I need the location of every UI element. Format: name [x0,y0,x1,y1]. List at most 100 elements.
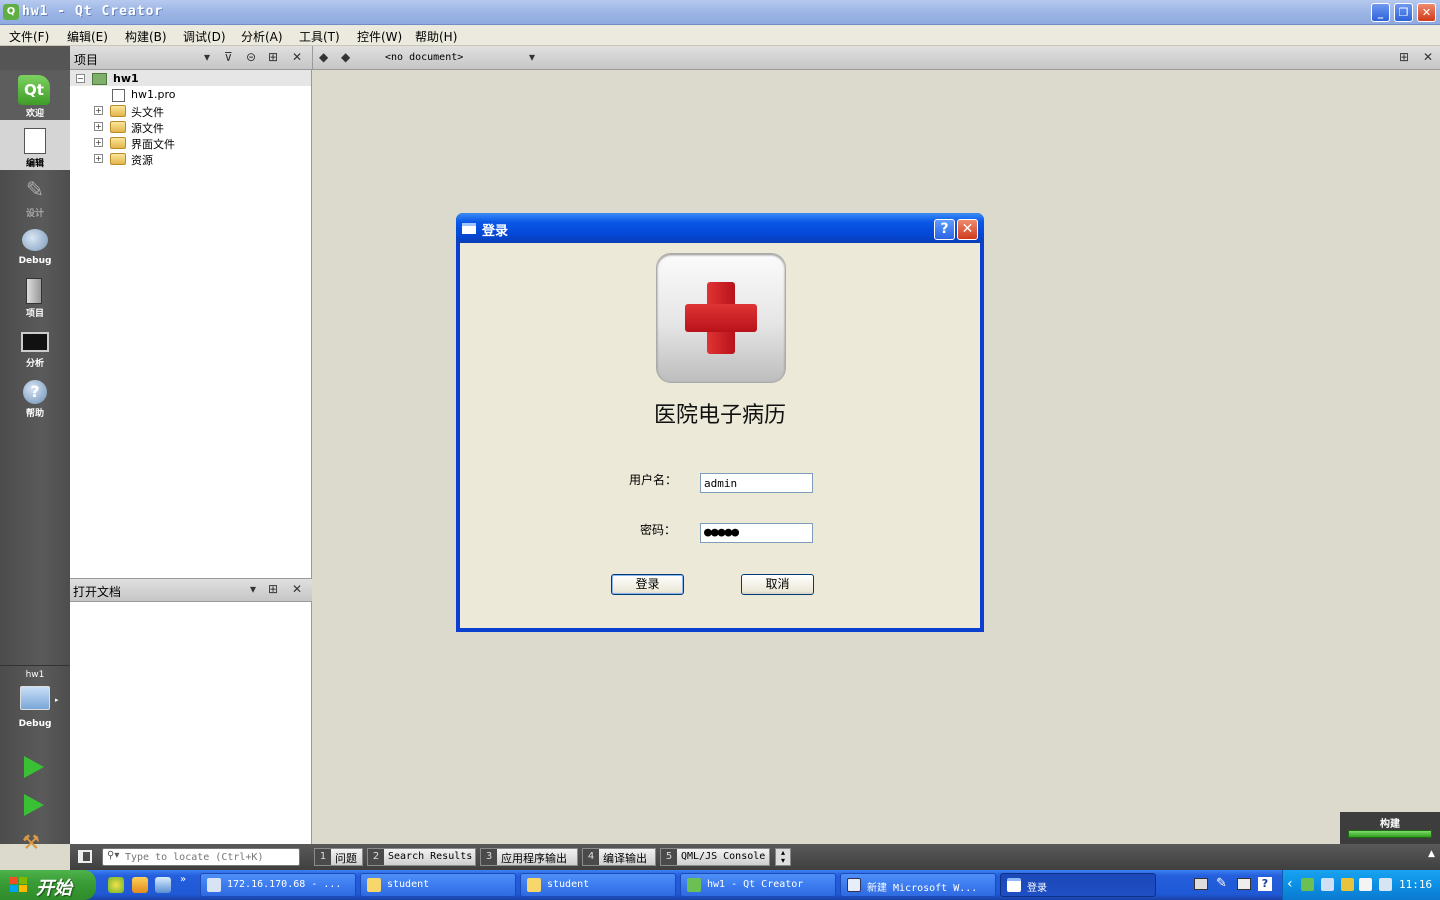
split-editor-icon[interactable]: ⊞ [1399,50,1409,64]
help-button[interactable]: ? [934,219,955,240]
task-qt-creator[interactable]: hw1 - Qt Creator [680,873,836,897]
word-document-icon [847,878,861,892]
menu-file[interactable]: 文件(F) [9,28,49,45]
close-panel-icon[interactable]: ✕ [292,582,302,596]
project-view-selector[interactable]: 项目 [74,51,98,68]
menu-help[interactable]: 帮助(H) [415,28,457,45]
ime-icon[interactable] [1237,878,1251,890]
mode-welcome[interactable]: Qt 欢迎 [0,70,70,120]
mode-debug[interactable]: Debug [0,220,70,270]
security-shield-icon[interactable] [1341,878,1354,891]
task-word[interactable]: 新建 Microsoft W... [840,873,996,897]
start-label: 开始 [36,878,72,899]
menu-analyze[interactable]: 分析(A) [241,28,283,45]
tab-qml-console[interactable]: 5 QML/JS Console [660,848,770,866]
menu-build[interactable]: 构建(B) [125,28,167,45]
menu-tools[interactable]: 工具(T) [299,28,340,45]
tab-compile-output[interactable]: 4 编译输出 [582,848,656,866]
task-label: student [387,879,430,890]
split-icon[interactable]: ⊞ [268,582,278,596]
cancel-button[interactable]: 取消 [741,574,814,595]
qt-creator-icon [687,878,701,892]
mode-help[interactable]: ? 帮助 [0,370,70,420]
pen-icon[interactable]: ✎ [1216,876,1227,891]
expand-icon[interactable]: + [94,154,103,163]
close-dialog-button[interactable]: ✕ [957,219,978,240]
filter-icon[interactable]: ⊽ [224,50,233,64]
build-hammer-button[interactable]: ⚒ [22,830,40,854]
window-icon [462,223,476,234]
open-documents-list[interactable] [70,602,312,844]
keyboard-icon[interactable] [1194,878,1208,890]
quicklaunch-desktop-icon[interactable] [155,877,171,893]
tray-collapse-icon[interactable]: ‹ [1287,876,1293,892]
debug-run-button[interactable] [24,794,44,816]
task-login[interactable]: 登录 [1000,873,1156,897]
restore-button[interactable]: ❐ [1394,3,1413,22]
menu-edit[interactable]: 编辑(E) [67,28,108,45]
pro-file-icon [112,89,125,102]
network-icon[interactable] [1301,878,1314,891]
username-label: 用户名： [629,473,678,487]
expand-icon[interactable]: + [94,122,103,131]
task-label: 172.16.170.68 - ... [227,879,342,890]
locate-input[interactable] [125,850,295,864]
window-title: hw1 - Qt Creator [22,4,164,19]
system-tray: ‹ 11:16 [1282,870,1440,900]
tree-item-sources[interactable]: + 源文件 [70,119,310,135]
tree-root[interactable]: − hw1 [70,71,310,87]
tray-app-icon[interactable] [1359,878,1372,891]
mode-edit[interactable]: 编辑 [0,120,70,170]
forward-arrow-icon[interactable]: ◆ [341,50,350,64]
document-dropdown-icon[interactable]: ▾ [529,50,535,64]
task-student-2[interactable]: student [520,873,676,897]
quicklaunch-browser-icon[interactable] [108,877,124,893]
help-tray-icon[interactable]: ? [1258,877,1272,891]
username-input[interactable] [700,473,813,493]
target-selector[interactable]: ▸ Debug [0,682,70,730]
login-button[interactable]: 登录 [611,574,684,595]
output-tabs-scroll-icon[interactable]: ▴ ▾ [775,848,791,866]
dropdown-arrow-icon[interactable]: ▾ [250,582,256,596]
run-button[interactable] [24,756,44,778]
mode-design[interactable]: ✎ 设计 [0,170,70,220]
document-selector[interactable]: <no document> [385,52,463,63]
mode-analyze[interactable]: 分析 [0,320,70,370]
quicklaunch-more-icon[interactable]: » [180,874,186,885]
menu-debug[interactable]: 调试(D) [183,28,226,45]
mode-projects[interactable]: 项目 [0,270,70,320]
tree-item-resources[interactable]: + 资源 [70,151,310,167]
minimize-button[interactable]: _ [1371,3,1390,22]
locator[interactable]: ⚲▾ [102,848,300,866]
task-student-1[interactable]: student [360,873,516,897]
tab-application-output[interactable]: 3 应用程序输出 [480,848,578,866]
tab-search-results[interactable]: 2 Search Results [367,848,476,866]
quicklaunch-folder-icon[interactable] [132,877,148,893]
tree-item-pro[interactable]: hw1.pro [70,87,310,103]
close-editor-icon[interactable]: ✕ [1423,50,1433,64]
dropdown-arrow-icon[interactable]: ▾ [204,50,210,64]
password-input[interactable]: ●●●●● [700,523,813,543]
task-remote[interactable]: 172.16.170.68 - ... [200,873,356,897]
tree-item-forms[interactable]: + 界面文件 [70,135,310,151]
maximize-output-icon[interactable]: ▲ [1428,849,1435,859]
close-panel-icon[interactable]: ✕ [292,50,302,64]
start-button[interactable]: 开始 [0,870,96,900]
link-sync-icon[interactable]: ⊝ [246,50,256,64]
tree-item-headers[interactable]: + 头文件 [70,103,310,119]
open-documents-title[interactable]: 打开文档 [73,583,121,600]
back-arrow-icon[interactable]: ◆ [319,50,328,64]
network-connection-icon[interactable] [1321,878,1334,891]
close-window-button[interactable]: ✕ [1417,3,1436,22]
collapse-icon[interactable]: − [76,74,85,83]
menu-widgets[interactable]: 控件(W) [357,28,402,45]
mode-projects-label: 项目 [25,309,44,319]
toggle-sidebar-button[interactable] [78,850,92,863]
volume-icon[interactable] [1379,878,1392,891]
mode-selector-bar: Qt 欢迎 编辑 ✎ 设计 Debug 项目 分析 ? 帮助 hw1 ▸ Deb… [0,70,70,854]
expand-icon[interactable]: + [94,106,103,115]
split-icon[interactable]: ⊞ [268,50,278,64]
project-folder-icon [26,278,42,304]
expand-icon[interactable]: + [94,138,103,147]
tab-issues[interactable]: 1 问题 [314,848,363,866]
